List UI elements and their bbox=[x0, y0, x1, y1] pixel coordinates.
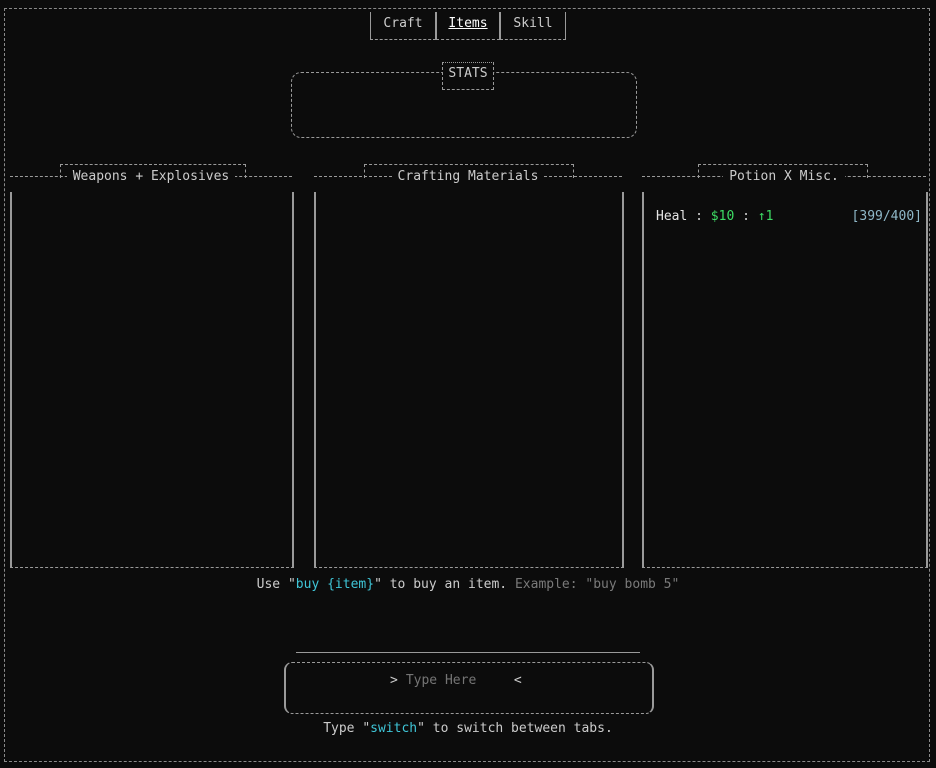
item-separator: : bbox=[695, 209, 703, 224]
tab-items[interactable]: Items bbox=[436, 12, 500, 40]
help-command: buy {item} bbox=[295, 577, 375, 592]
item-stock: [399/400] bbox=[851, 209, 922, 224]
tab-craft[interactable]: Craft bbox=[370, 12, 436, 40]
crafting-panel bbox=[314, 192, 624, 568]
prompt-left-arrow-icon: < bbox=[513, 673, 522, 688]
crafting-panel-header: Crafting Materials bbox=[314, 169, 622, 192]
switch-command: switch bbox=[370, 721, 418, 736]
list-item[interactable]: Heal : $10 : ↑1 [399/400] bbox=[656, 208, 922, 226]
input-top-line bbox=[296, 652, 640, 653]
tab-skill-label: Skill bbox=[513, 16, 553, 31]
help-text-suffix: " to buy an item. bbox=[374, 577, 508, 592]
potion-panel bbox=[642, 192, 928, 568]
crafting-panel-title: Crafting Materials bbox=[391, 169, 545, 184]
command-input[interactable] bbox=[405, 673, 506, 688]
tab-craft-label: Craft bbox=[383, 16, 423, 31]
tab-items-label: Items bbox=[448, 16, 488, 31]
command-input-row: >< bbox=[390, 672, 550, 690]
stats-label: STATS bbox=[442, 62, 494, 90]
prompt-right-arrow-icon: > bbox=[390, 673, 398, 688]
help-text-prefix: Use " bbox=[256, 577, 296, 592]
weapons-panel-header: Weapons + Explosives bbox=[10, 169, 292, 192]
help-text: Use "buy {item}" to buy an item. Example… bbox=[0, 576, 936, 594]
switch-hint: Type "switch" to switch between tabs. bbox=[0, 720, 936, 738]
switch-hint-prefix: Type " bbox=[323, 721, 371, 736]
tab-skill[interactable]: Skill bbox=[500, 12, 566, 40]
item-separator: : bbox=[742, 209, 750, 224]
help-example: Example: "buy bomb 5" bbox=[514, 577, 680, 592]
weapons-panel-title: Weapons + Explosives bbox=[66, 169, 236, 184]
item-level: ↑1 bbox=[757, 209, 774, 224]
potion-panel-header: Potion X Misc. bbox=[642, 169, 926, 192]
item-name: Heal bbox=[656, 209, 688, 224]
weapons-panel bbox=[10, 192, 294, 568]
switch-hint-suffix: " to switch between tabs. bbox=[417, 721, 613, 736]
potion-panel-title: Potion X Misc. bbox=[723, 169, 845, 184]
item-price: $10 bbox=[710, 209, 735, 224]
